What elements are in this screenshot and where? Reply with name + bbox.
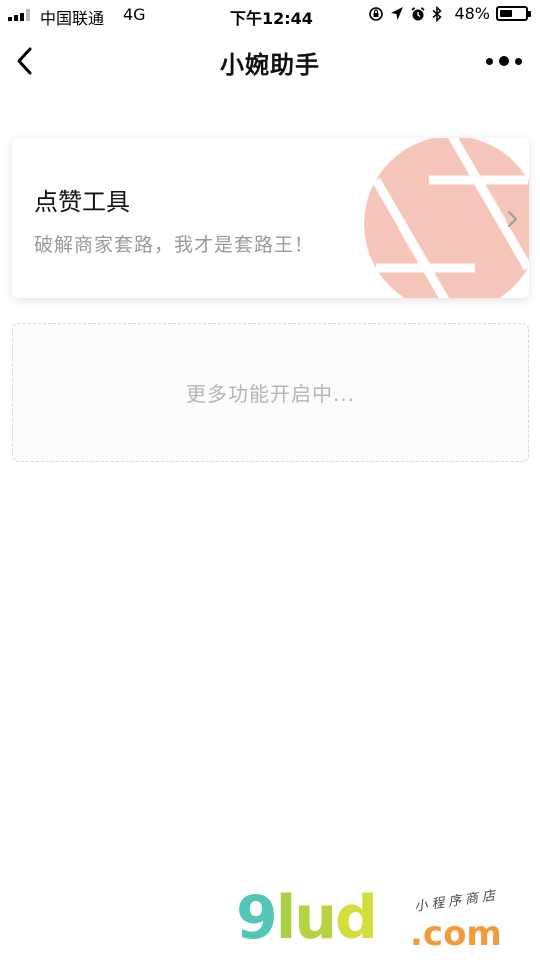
chevron-right-icon [508,211,517,227]
watermark-letter: u [294,883,337,953]
card-subtitle: 破解商家套路，我才是套路王！ [34,234,315,256]
watermark-letter: l [275,883,297,953]
like-tool-card[interactable]: 点赞工具 破解商家套路，我才是套路王！ [12,138,529,298]
alarm-icon [411,6,426,20]
battery-percentage: 48% [454,4,490,23]
watermark-logo: 9lud .com 小程序商店 [236,880,536,960]
status-time: 下午12:44 [230,9,313,28]
more-dots-icon-right [515,57,522,65]
watermark-letter: d [335,883,378,953]
more-dots-icon [486,57,493,65]
battery-fill [500,10,512,17]
more-features-placeholder: 更多功能开启中... [12,323,529,462]
status-bar: 中国联通 4G 下午12:44 48% [0,0,540,30]
more-button[interactable] [486,55,522,67]
rotation-lock-icon [369,6,384,21]
page-title: 小婉助手 [220,51,320,79]
watermark-brand: 9lud [236,888,378,948]
watermark-domain: .com [410,914,502,954]
status-icons: 48% [368,4,531,23]
bluetooth-icon [432,5,443,22]
navigation-bar: 小婉助手 [0,30,540,90]
more-dots-icon-center [499,56,509,66]
network-type: 4G [123,5,146,24]
battery-icon [496,6,531,21]
carrier-name: 中国联通 [40,9,105,28]
location-arrow-icon [391,6,404,20]
signal-icon [8,9,30,21]
aperture-icon [364,138,529,298]
card-title: 点赞工具 [34,188,130,216]
watermark-letter: 9 [236,883,278,953]
placeholder-text: 更多功能开启中... [185,382,356,406]
watermark-tagline: 小程序商店 [413,888,500,915]
